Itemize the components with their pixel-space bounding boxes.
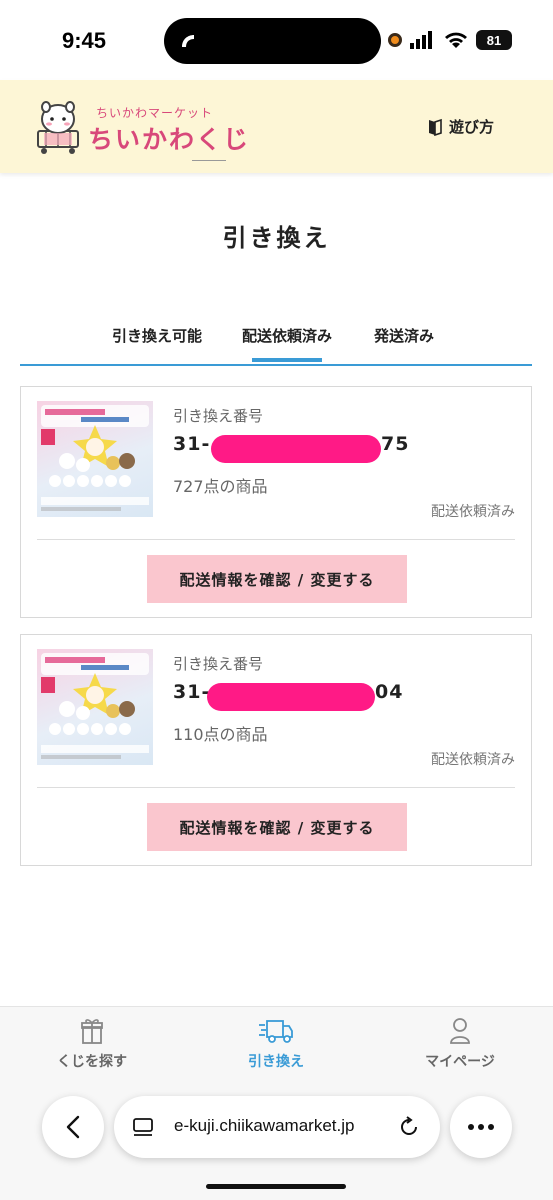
back-button[interactable]	[42, 1096, 104, 1158]
status-indicators: 81	[388, 28, 512, 52]
more-dots-icon	[468, 1124, 494, 1130]
recording-indicator-icon	[388, 33, 402, 47]
kuji-banner-image	[41, 653, 149, 759]
divider	[37, 539, 515, 540]
site-header: ちいかわマーケット ちいかわくじ 遊び方	[0, 80, 553, 173]
status-badge: 配送依頼済み	[431, 752, 515, 768]
redemption-number-prefix: 31-	[173, 681, 211, 703]
kuji-banner-image	[41, 405, 149, 511]
mascot-logo-icon[interactable]	[30, 97, 86, 155]
view-shipping-info-button[interactable]: 配送情報を確認 / 変更する	[147, 555, 407, 603]
wifi-icon	[445, 32, 467, 48]
media-activity-icon	[182, 35, 194, 47]
person-icon	[450, 1018, 470, 1044]
book-icon	[429, 118, 442, 136]
item-count: 110点の商品	[173, 725, 268, 744]
home-indicator[interactable]	[206, 1184, 346, 1189]
tab-bar: 引き換え可能 配送依頼済み 発送済み	[20, 320, 532, 366]
nav-label: マイページ	[425, 1054, 495, 1070]
nav-label: くじを探す	[57, 1054, 127, 1070]
redemption-number-suffix: 04	[375, 681, 404, 703]
howto-link[interactable]: 遊び方	[427, 116, 494, 137]
howto-label: 遊び方	[449, 118, 495, 136]
redemption-card: 引き換え番号 31- 04 110点の商品 配送依頼済み 配送情報を確認 / 変…	[20, 634, 532, 866]
battery-icon: 81	[476, 30, 512, 50]
logo-subtitle: ちいかわマーケット	[96, 106, 214, 120]
nav-label: 引き換え	[248, 1054, 304, 1070]
logo-title[interactable]: ちいかわくじ	[88, 120, 250, 156]
redemption-number: 31- 75	[173, 433, 408, 455]
redemption-number-suffix: 75	[381, 433, 410, 455]
product-thumbnail[interactable]	[37, 649, 153, 765]
redaction-mark	[211, 435, 381, 463]
redemption-card: 引き換え番号 31- 75 727点の商品 配送依頼済み 配送情報を確認 / 変…	[20, 386, 532, 618]
redaction-mark	[207, 683, 375, 711]
signal-icon	[410, 31, 432, 49]
nav-redeem[interactable]: 引き換え	[206, 1017, 346, 1071]
chevron-left-icon	[66, 1115, 80, 1139]
redemption-number-label: 引き換え番号	[173, 407, 264, 425]
view-shipping-info-button[interactable]: 配送情報を確認 / 変更する	[147, 803, 407, 851]
gift-icon	[81, 1019, 103, 1044]
page-title: 引き換え	[222, 224, 331, 252]
more-options-button[interactable]	[450, 1096, 512, 1158]
nav-find-kuji[interactable]: くじを探す	[22, 1017, 162, 1071]
redemption-number-prefix: 31-	[173, 433, 211, 455]
page-menu-icon[interactable]	[132, 1116, 154, 1138]
item-count: 727点の商品	[173, 477, 268, 496]
divider	[37, 787, 515, 788]
status-badge: 配送依頼済み	[431, 504, 515, 520]
delivery-truck-icon	[259, 1020, 293, 1043]
logo-underline	[192, 160, 226, 161]
nav-mypage[interactable]: マイページ	[390, 1017, 530, 1071]
browser-toolbar: e-kuji.chiikawamarket.jp	[0, 1094, 553, 1160]
dynamic-island	[164, 18, 381, 64]
product-thumbnail[interactable]	[37, 401, 153, 517]
reload-icon[interactable]	[398, 1116, 420, 1138]
address-bar[interactable]: e-kuji.chiikawamarket.jp	[114, 1096, 440, 1158]
redemption-number: 31- 04	[173, 681, 402, 703]
url-text: e-kuji.chiikawamarket.jp	[174, 1116, 355, 1135]
redemption-number-label: 引き換え番号	[173, 655, 264, 673]
status-time: 9:45	[62, 28, 107, 53]
status-bar: 9:45 81	[0, 0, 553, 80]
tab-delivery-requested[interactable]: 配送依頼済み	[242, 325, 332, 362]
tab-redeemable[interactable]: 引き換え可能	[112, 325, 202, 346]
tab-shipped[interactable]: 発送済み	[374, 325, 434, 346]
